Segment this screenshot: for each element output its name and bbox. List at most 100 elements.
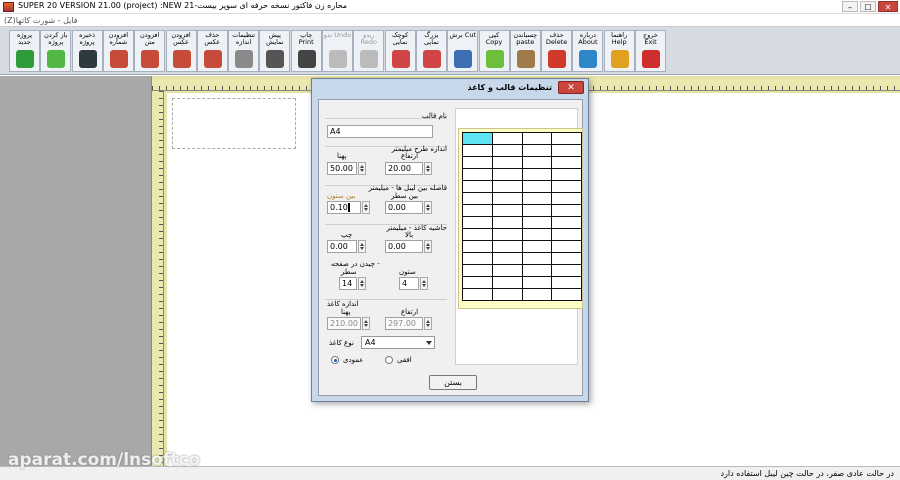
status-text: در حالت عادی صفر، در حالت چین لیبل استفا…: [720, 469, 894, 478]
zoom-out-icon: [391, 50, 410, 68]
toolbar-button-14[interactable]: برش Cut: [447, 30, 479, 72]
dialog-body: نام قالب A4 اندازه طرح میلیمتر پهنا ارتف…: [318, 99, 583, 396]
toolbar-button-5[interactable]: افزودن عکس: [165, 30, 197, 72]
columns-spinner[interactable]: [420, 277, 428, 290]
preview-label-cell: [462, 132, 493, 145]
dialog-title: تنظیمات قالب و کاغذ: [467, 83, 552, 92]
dialog-close-button[interactable]: ✕: [558, 81, 584, 94]
toolbar-button-label: درباره About: [578, 31, 598, 46]
toolbar-button-20[interactable]: خروج Exit: [635, 30, 666, 72]
landscape-label: افقی: [397, 356, 412, 364]
rows-spinner[interactable]: [358, 277, 366, 290]
globe-icon: [579, 50, 598, 68]
preview-label-cell: [491, 132, 523, 145]
paper-type-label: نوع کاغذ: [329, 339, 354, 347]
minimize-button[interactable]: –: [842, 1, 858, 12]
columns-field[interactable]: 4: [399, 277, 419, 290]
toolbar-button-label: افزودن متن: [140, 31, 160, 46]
preview-label-cell: [491, 168, 523, 181]
chevron-down-icon: [426, 341, 432, 345]
left-margin-field[interactable]: 0.00: [327, 240, 357, 253]
paper-width-spinner[interactable]: [362, 317, 370, 330]
toolbar-button-0[interactable]: پروژه جدید: [9, 30, 40, 72]
row-gap-field[interactable]: 0.00: [385, 201, 423, 214]
toolbar-button-label: حذف Delete: [545, 31, 568, 46]
left-margin-spinner[interactable]: [358, 240, 366, 253]
toolbar-button-4[interactable]: افزودن متن: [134, 30, 166, 72]
toolbar-button-label: پیش نمایش: [266, 31, 284, 46]
rows-field[interactable]: 14: [339, 277, 357, 290]
toolbar-button-6[interactable]: حذف عکس: [196, 30, 228, 72]
preview-label-cell: [521, 240, 553, 253]
toolbar-button-15[interactable]: کپی Copy: [478, 30, 510, 72]
preview-label-cell: [521, 264, 553, 277]
toolbar-button-17[interactable]: حذف Delete: [541, 30, 573, 72]
toolbar-button-11[interactable]: ریدو Redo: [353, 30, 385, 72]
menu-file[interactable]: (Z)فایل - شورت کاتها: [4, 16, 78, 25]
template-name-field[interactable]: A4: [327, 125, 433, 138]
top-margin-spinner[interactable]: [424, 240, 432, 253]
preview-label-cell: [551, 252, 582, 265]
landscape-radio[interactable]: [385, 356, 393, 364]
portrait-label: عمودی: [343, 356, 364, 364]
toolbar-button-1[interactable]: باز کردن پروژه: [40, 30, 72, 72]
preview-label-cell: [462, 204, 493, 217]
preview-label-cell: [491, 288, 523, 301]
toolbar-button-9[interactable]: چاپ Print: [290, 30, 322, 72]
width-field[interactable]: 50.00: [327, 162, 357, 175]
row-gap-spinner[interactable]: [424, 201, 432, 214]
toolbar-button-13[interactable]: بزرگ نمایی: [415, 30, 447, 72]
height-field[interactable]: 20.00: [385, 162, 423, 175]
toolbar-button-19[interactable]: راهنما Help: [603, 30, 635, 72]
preview-label-cell: [462, 228, 493, 241]
preview-label-cell: [491, 264, 523, 277]
preview-label-cell: [521, 132, 553, 145]
column-gap-spinner[interactable]: [362, 201, 370, 214]
toolbar-button-label: ندو Undo: [323, 31, 352, 39]
preview-label-cell: [521, 252, 553, 265]
label-spacing-label: فاصله بین لیبل ها - میلیمتر: [368, 184, 447, 192]
text-cursor: [348, 203, 350, 212]
toolbar-button-16[interactable]: چسباندن paste: [509, 30, 541, 72]
toolbar-button-8[interactable]: پیش نمایش: [259, 30, 291, 72]
toolbar-button-label: چسباندن paste: [513, 31, 538, 46]
preview-label-cell: [521, 192, 553, 205]
redo-icon: [360, 50, 379, 68]
portrait-radio[interactable]: [331, 356, 339, 364]
preview-label-cell: [551, 192, 582, 205]
preview-label-cell: [491, 276, 523, 289]
label-design-area[interactable]: [172, 98, 296, 149]
add-image-icon: [172, 50, 191, 68]
add-number-icon: [109, 50, 128, 68]
toolbar-button-label: حذف عکس: [204, 31, 221, 46]
toolbar-button-7[interactable]: تنظیمات اندازه: [228, 30, 260, 72]
print-preview-icon: [266, 50, 285, 68]
paper-width-field[interactable]: 210.00: [327, 317, 361, 330]
paper-height-field[interactable]: 297.00: [385, 317, 423, 330]
toolbar-button-12[interactable]: کوچک نمایی: [384, 30, 416, 72]
toolbar-button-10[interactable]: ندو Undo: [322, 30, 353, 72]
column-gap-field[interactable]: 0.10: [327, 201, 361, 214]
paper-height-spinner[interactable]: [424, 317, 432, 330]
maximize-button[interactable]: ☐: [860, 1, 876, 12]
toolbar-button-3[interactable]: افزودن شماره: [102, 30, 134, 72]
paper-type-select[interactable]: A4: [361, 336, 435, 349]
preview-label-cell: [551, 204, 582, 217]
close-dialog-button[interactable]: بستن: [429, 375, 477, 390]
close-window-button[interactable]: ✕: [878, 1, 898, 12]
window-title: SUPER 20 VERSION 21.00 (project) :NEW مح…: [18, 1, 348, 10]
height-spinner[interactable]: [424, 162, 432, 175]
top-margin-field[interactable]: 0.00: [385, 240, 423, 253]
layout-label: چیدن در صفحه -: [331, 260, 380, 268]
watermark: aparat.com/lnsoftco: [8, 450, 201, 470]
preview-label-cell: [491, 240, 523, 253]
exit-icon: [642, 50, 660, 68]
toolbar-button-18[interactable]: درباره About: [572, 30, 604, 72]
toolbar-button-2[interactable]: ذخیره پروژه: [71, 30, 103, 72]
preview-label-cell: [521, 156, 553, 169]
preview-label-cell: [491, 228, 523, 241]
preview-label-cell: [462, 216, 493, 229]
width-spinner[interactable]: [358, 162, 366, 175]
preview-label-cell: [462, 192, 493, 205]
row-gap-label: بین سطر: [391, 192, 419, 200]
